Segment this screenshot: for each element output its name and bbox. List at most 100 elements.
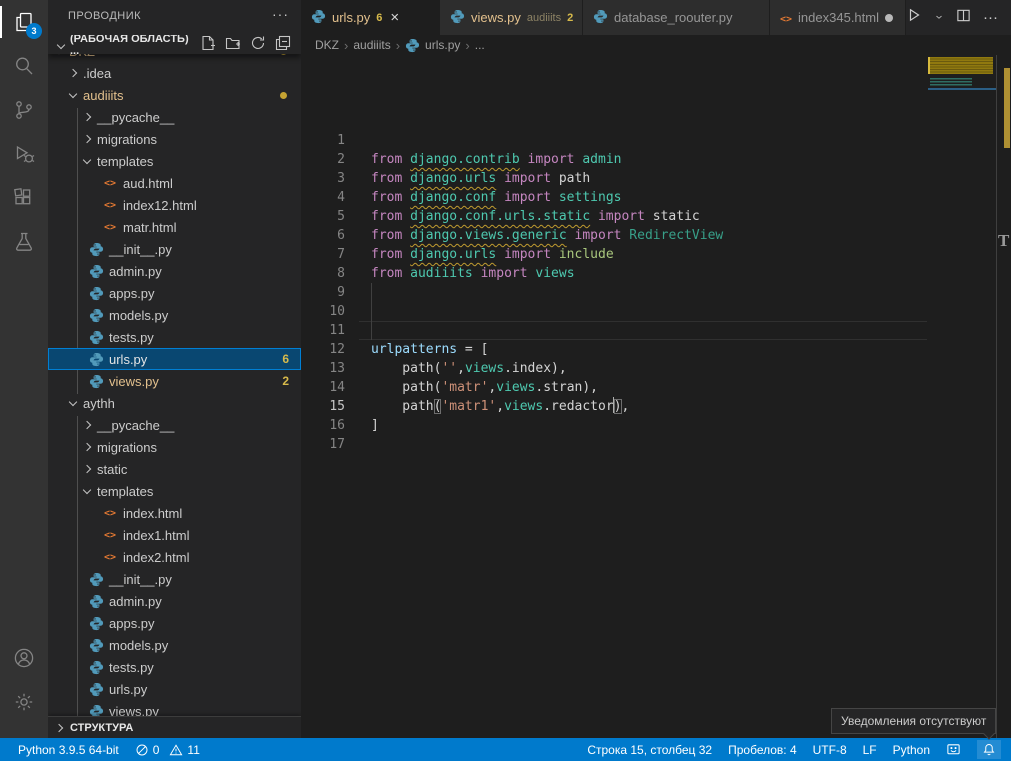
workspace-section-header[interactable]: (РАБОЧАЯ ОБЛАСТЬ) ... xyxy=(48,35,301,54)
code-area[interactable]: 12from django.contrib import admin3from … xyxy=(301,55,1011,738)
activity-item-source-control[interactable] xyxy=(0,88,48,132)
breadcrumb-item[interactable]: ... xyxy=(475,38,485,52)
dirty-indicator[interactable] xyxy=(885,14,893,22)
problems-item[interactable]: 0 11 xyxy=(135,743,200,757)
breadcrumb-item[interactable]: DKZ xyxy=(315,38,339,52)
tab-database_roouter.py[interactable]: database_roouter.py xyxy=(583,0,770,35)
breadcrumb[interactable]: DKZ›audiiits›urls.py›... xyxy=(301,35,1011,55)
tree-item-apps.py[interactable]: apps.py xyxy=(48,612,301,634)
explorer-more-icon[interactable]: ··· xyxy=(272,6,289,22)
tree-item-urls.py[interactable]: urls.py xyxy=(48,678,301,700)
code-line[interactable]: 15 path('matr1',views.redactor), xyxy=(301,397,1011,416)
run-dropdown-icon[interactable] xyxy=(934,9,944,27)
code-line[interactable]: 5from django.conf.urls.static import sta… xyxy=(301,207,1011,226)
tree-item-migrations[interactable]: migrations xyxy=(48,436,301,458)
close-icon[interactable]: × xyxy=(390,10,399,25)
chevron-right-icon[interactable] xyxy=(69,69,77,77)
overview-ruler[interactable]: T xyxy=(996,55,1011,738)
outline-section-header[interactable]: СТРУКТУРА xyxy=(48,716,301,738)
tree-item-admin.py[interactable]: admin.py xyxy=(48,590,301,612)
tree-item-migrations[interactable]: migrations xyxy=(48,128,301,150)
python-interpreter-item[interactable]: Python 3.9.5 64-bit xyxy=(18,743,119,757)
encoding-item[interactable]: UTF-8 xyxy=(813,743,847,757)
tree-item-templates[interactable]: templates xyxy=(48,480,301,502)
cursor-position-item[interactable]: Строка 15, столбец 32 xyxy=(587,743,712,757)
minimap[interactable] xyxy=(928,57,996,717)
tree-item-__init__.py[interactable]: __init__.py xyxy=(48,238,301,260)
tree-item-__pycache__[interactable]: __pycache__ xyxy=(48,414,301,436)
tree-item-__pycache__[interactable]: __pycache__ xyxy=(48,106,301,128)
tree-item-templates[interactable]: templates xyxy=(48,150,301,172)
more-icon[interactable]: ··· xyxy=(983,9,998,26)
activity-item-explorer[interactable]: 3 xyxy=(0,0,48,44)
code-line[interactable]: 4from django.conf import settings xyxy=(301,188,1011,207)
refresh-icon[interactable] xyxy=(250,35,266,54)
chevron-down-icon[interactable] xyxy=(83,155,91,163)
run-icon[interactable] xyxy=(906,7,922,28)
tab-views.py[interactable]: views.pyaudiiits2 xyxy=(440,0,583,35)
code-line[interactable]: 10 xyxy=(301,302,1011,321)
tree-item-aud.html[interactable]: <>aud.html xyxy=(48,172,301,194)
code-line[interactable]: 2from django.contrib import admin xyxy=(301,150,1011,169)
split-editor-icon[interactable] xyxy=(956,8,971,28)
line-number: 4 xyxy=(301,188,345,207)
tree-item-.idea[interactable]: .idea xyxy=(48,62,301,84)
language-mode-item[interactable]: Python xyxy=(893,743,930,757)
tree-item-tests.py[interactable]: tests.py xyxy=(48,656,301,678)
tab-urls.py[interactable]: urls.py6× xyxy=(301,0,440,35)
new-file-icon[interactable] xyxy=(200,35,216,54)
chevron-right-icon[interactable] xyxy=(83,443,91,451)
code-line[interactable]: 13 path('',views.index), xyxy=(301,359,1011,378)
chevron-down-icon[interactable] xyxy=(69,397,77,405)
activity-item-testing[interactable] xyxy=(0,220,48,264)
tree-item-matr.html[interactable]: <>matr.html xyxy=(48,216,301,238)
tree-item-__init__.py[interactable]: __init__.py xyxy=(48,568,301,590)
code-line[interactable]: 7from django.urls import include xyxy=(301,245,1011,264)
breadcrumb-item[interactable]: urls.py xyxy=(425,38,460,52)
feedback-icon[interactable] xyxy=(946,742,961,757)
tree-item-apps.py[interactable]: apps.py xyxy=(48,282,301,304)
code-line[interactable]: 1 xyxy=(301,131,1011,150)
tree-item-views.py[interactable]: views.py2 xyxy=(48,370,301,392)
tree-item-static[interactable]: static xyxy=(48,458,301,480)
notifications-bell-icon[interactable] xyxy=(977,740,1001,759)
code-line[interactable]: 16] xyxy=(301,416,1011,435)
tree-item-index2.html[interactable]: <>index2.html xyxy=(48,546,301,568)
eol-item[interactable]: LF xyxy=(863,743,877,757)
tree-item-audiiits[interactable]: audiiits xyxy=(48,84,301,106)
tree-item-urls.py[interactable]: urls.py6 xyxy=(48,348,301,370)
code-token xyxy=(473,266,481,281)
chevron-right-icon[interactable] xyxy=(83,465,91,473)
activity-item-extensions[interactable] xyxy=(0,176,48,220)
code-line[interactable]: 12urlpatterns = [ xyxy=(301,340,1011,359)
breadcrumb-item[interactable]: audiiits xyxy=(353,38,390,52)
activity-item-account[interactable] xyxy=(0,636,48,680)
activity-item-settings[interactable] xyxy=(0,680,48,724)
tree-item-index12.html[interactable]: <>index12.html xyxy=(48,194,301,216)
code-line[interactable]: 14 path('matr',views.stran), xyxy=(301,378,1011,397)
tree-item-tests.py[interactable]: tests.py xyxy=(48,326,301,348)
chevron-down-icon[interactable] xyxy=(83,485,91,493)
indentation-item[interactable]: Пробелов: 4 xyxy=(728,743,797,757)
activity-item-search[interactable] xyxy=(0,44,48,88)
tree-item-aythh[interactable]: aythh xyxy=(48,392,301,414)
tab-index345.html[interactable]: <>index345.html xyxy=(770,0,906,35)
chevron-right-icon[interactable] xyxy=(83,421,91,429)
tree-item-admin.py[interactable]: admin.py xyxy=(48,260,301,282)
chevron-down-icon[interactable] xyxy=(69,89,77,97)
tree-item-models.py[interactable]: models.py xyxy=(48,634,301,656)
tree-item-index.html[interactable]: <>index.html xyxy=(48,502,301,524)
code-line[interactable]: 9 xyxy=(301,283,1011,302)
chevron-right-icon[interactable] xyxy=(83,135,91,143)
activity-item-run-debug[interactable] xyxy=(0,132,48,176)
tree-item-index1.html[interactable]: <>index1.html xyxy=(48,524,301,546)
code-line[interactable]: 8from audiiits import views xyxy=(301,264,1011,283)
code-line[interactable]: 6from django.views.generic import Redire… xyxy=(301,226,1011,245)
new-folder-icon[interactable] xyxy=(225,35,241,54)
code-line[interactable]: 11 xyxy=(301,321,1011,340)
tree-item-models.py[interactable]: models.py xyxy=(48,304,301,326)
chevron-right-icon[interactable] xyxy=(83,113,91,121)
code-line[interactable]: 17 xyxy=(301,435,1011,454)
code-line[interactable]: 3from django.urls import path xyxy=(301,169,1011,188)
collapse-all-icon[interactable] xyxy=(275,35,291,54)
